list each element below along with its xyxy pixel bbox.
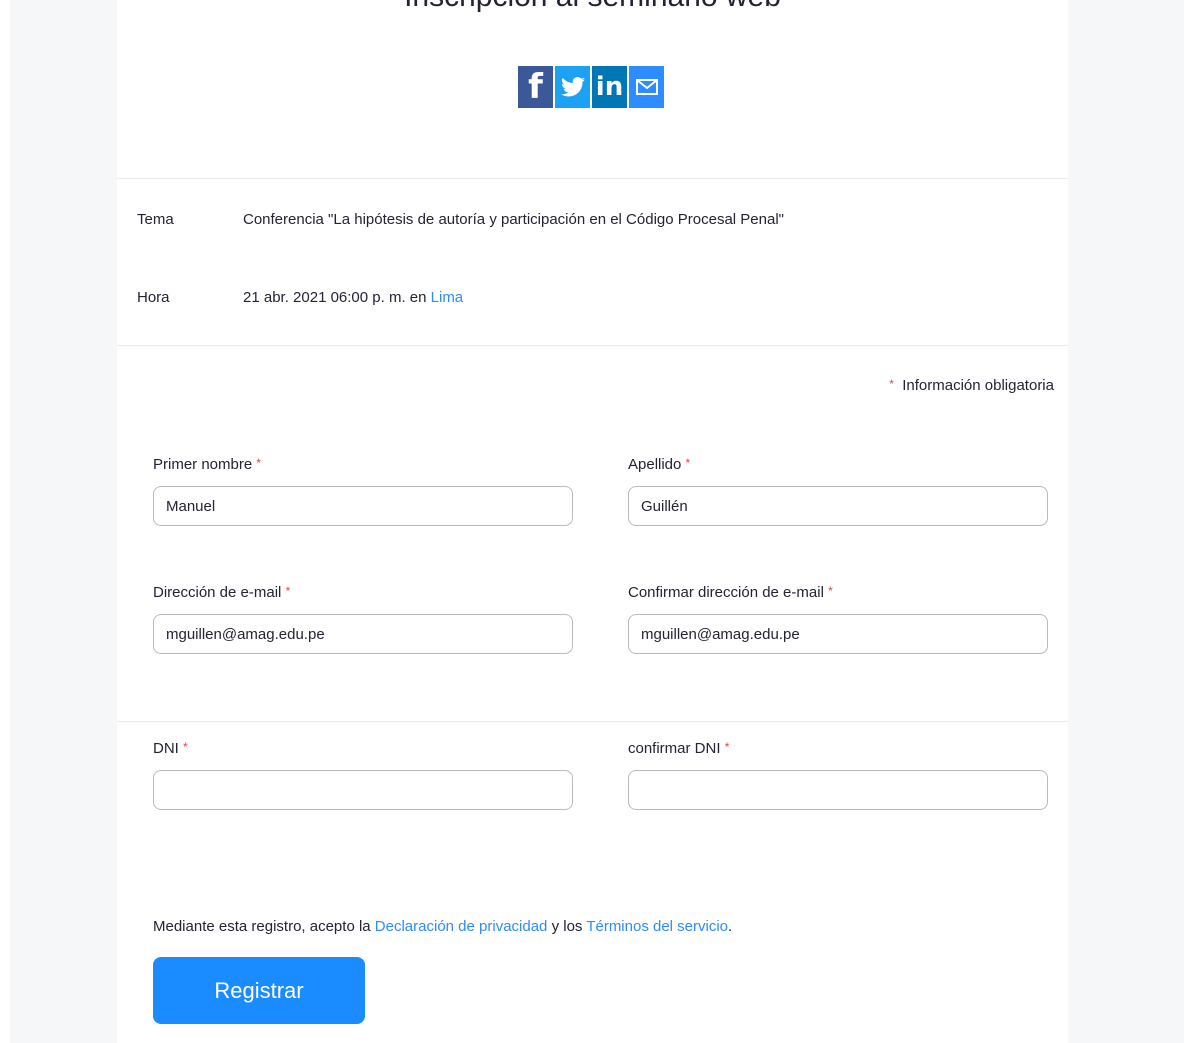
divider	[117, 178, 1068, 179]
topic-label: Tema	[137, 211, 174, 228]
dni-label: DNI *	[153, 740, 188, 757]
facebook-icon[interactable]: f	[518, 66, 553, 108]
time-label: Hora	[137, 289, 170, 306]
required-star: *	[889, 377, 894, 391]
twitter-icon[interactable]	[555, 66, 590, 108]
confirm-email-input[interactable]	[628, 614, 1048, 654]
required-note-text: Información obligatoria	[902, 377, 1054, 394]
linkedin-icon[interactable]: in	[592, 66, 627, 108]
last-name-label: Apellido *	[628, 456, 691, 473]
email-label: Dirección de e-mail *	[153, 584, 291, 601]
first-name-label: Primer nombre *	[153, 456, 262, 473]
timezone-link[interactable]: Lima	[431, 289, 464, 306]
share-bar: f in	[518, 66, 664, 108]
email-icon[interactable]	[629, 66, 664, 108]
divider	[117, 721, 1068, 722]
register-button[interactable]: Registrar	[153, 957, 365, 1024]
divider	[117, 345, 1068, 346]
first-name-input[interactable]	[153, 486, 573, 526]
time-text: 21 abr. 2021 06:00 p. m. en	[243, 289, 431, 306]
page-title: Inscripción al seminario web	[117, 0, 1068, 14]
email-input[interactable]	[153, 614, 573, 654]
right-gutter	[1068, 0, 1184, 1043]
privacy-link[interactable]: Declaración de privacidad	[375, 918, 548, 935]
confirm-dni-label: confirmar DNI *	[628, 740, 730, 757]
terms-text: Mediante esta registro, acepto la Declar…	[153, 918, 733, 935]
topic-value: Conferencia "La hipótesis de autoría y p…	[243, 211, 784, 228]
confirm-dni-input[interactable]	[628, 770, 1048, 810]
required-note: * Información obligatoria	[889, 377, 1054, 394]
left-gutter	[10, 0, 117, 1043]
time-value: 21 abr. 2021 06:00 p. m. en Lima	[243, 289, 463, 306]
last-name-input[interactable]	[628, 486, 1048, 526]
dni-input[interactable]	[153, 770, 573, 810]
terms-link[interactable]: Términos del servicio	[586, 918, 728, 935]
confirm-email-label: Confirmar dirección de e-mail *	[628, 584, 833, 601]
registration-panel: Inscripción al seminario web f in Tema C…	[117, 0, 1068, 1043]
